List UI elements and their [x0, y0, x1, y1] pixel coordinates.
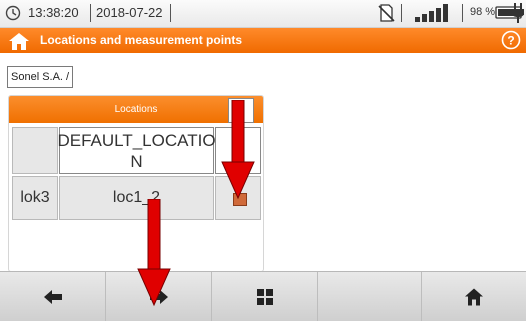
grid-icon [256, 288, 273, 305]
no-simcard-icon [378, 4, 395, 22]
arrow-left-icon [43, 289, 62, 304]
divider [462, 4, 463, 22]
home-button[interactable] [422, 272, 526, 321]
table-row-name-cell[interactable]: DEFAULT_LOCATIO N [57, 127, 216, 174]
location-name: DEFAULT_LOCATIO N [57, 130, 216, 171]
status-time: 13:38:20 [28, 5, 79, 20]
annotation-arrow-down-icon [137, 199, 171, 307]
page-title: Locations and measurement points [40, 33, 243, 47]
help-icon[interactable]: ? [501, 30, 521, 50]
location-code: lok3 [20, 189, 50, 206]
svg-text:?: ? [507, 34, 514, 48]
table-row-code-cell[interactable] [12, 127, 58, 174]
signal-strength-icon [415, 4, 448, 22]
battery-percent: 98 % [470, 6, 496, 18]
title-bar: Locations and measurement points ? [0, 28, 526, 53]
empty-button[interactable] [318, 272, 422, 321]
divider [170, 4, 171, 22]
divider [401, 4, 402, 22]
back-button[interactable] [0, 272, 106, 321]
menu-grid-button[interactable] [212, 272, 318, 321]
status-date: 2018-07-22 [96, 5, 163, 20]
home-icon[interactable] [8, 31, 30, 51]
bottom-toolbar [0, 271, 526, 321]
divider [90, 4, 91, 22]
power-plug-icon [512, 3, 524, 23]
breadcrumb[interactable]: Sonel S.A. / [7, 66, 74, 88]
table-row-code-cell[interactable]: lok3 [12, 176, 58, 220]
home-icon [465, 288, 483, 305]
clock-icon [5, 5, 21, 21]
status-bar: 13:38:20 2018-07-22 98 % [0, 0, 526, 28]
annotation-arrow-down-icon [221, 100, 255, 200]
